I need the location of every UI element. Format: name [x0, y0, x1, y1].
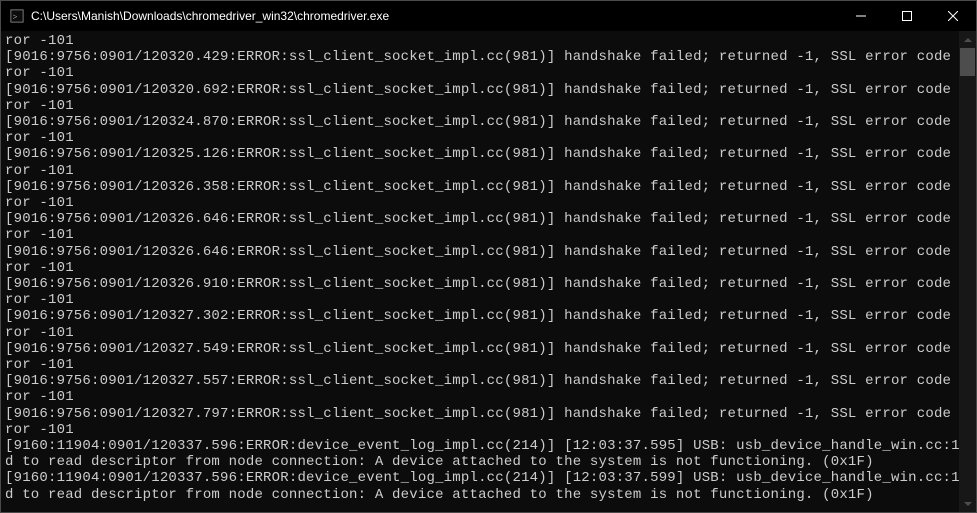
svg-text:>: > [13, 12, 18, 22]
close-icon [948, 11, 958, 21]
app-icon: > [9, 8, 25, 24]
scroll-up-button[interactable] [959, 31, 976, 48]
window-controls [838, 1, 976, 31]
vertical-scrollbar[interactable] [959, 31, 976, 512]
titlebar[interactable]: > C:\Users\Manish\Downloads\chromedriver… [1, 1, 976, 31]
scrollbar-thumb[interactable] [960, 48, 975, 76]
window-title: C:\Users\Manish\Downloads\chromedriver_w… [31, 9, 838, 23]
terminal-area: ror -101 [9016:9756:0901/120320.429:ERRO… [1, 31, 976, 512]
maximize-button[interactable] [884, 1, 930, 31]
maximize-icon [902, 11, 912, 21]
chevron-up-icon [964, 36, 972, 44]
minimize-icon [856, 11, 866, 21]
console-window: > C:\Users\Manish\Downloads\chromedriver… [0, 0, 977, 513]
scrollbar-track[interactable] [959, 48, 976, 495]
minimize-button[interactable] [838, 1, 884, 31]
scroll-down-button[interactable] [959, 495, 976, 512]
close-button[interactable] [930, 1, 976, 31]
chevron-down-icon [964, 500, 972, 508]
terminal-output[interactable]: ror -101 [9016:9756:0901/120320.429:ERRO… [1, 31, 959, 512]
